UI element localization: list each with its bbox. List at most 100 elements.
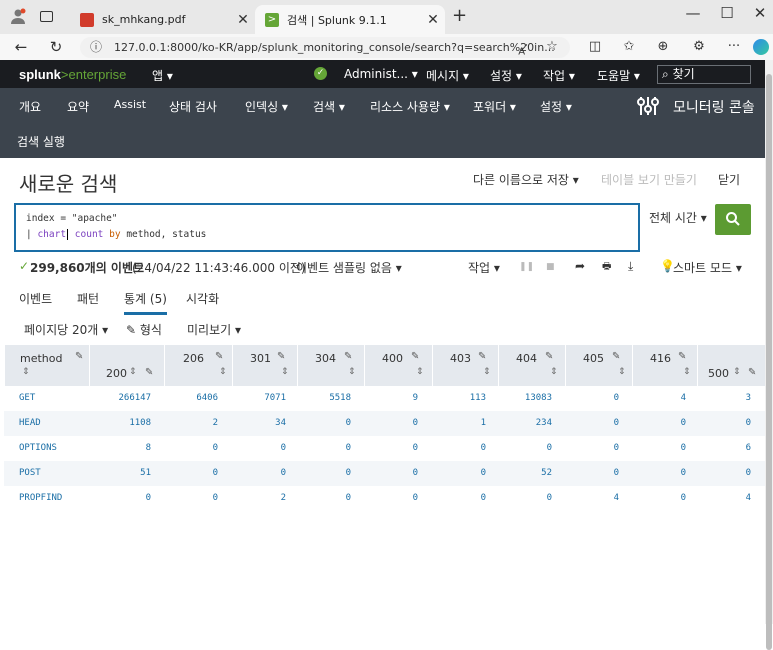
save-as-button[interactable]: 다른 이름으로 저장 ▾ (473, 171, 579, 188)
cell-count[interactable]: 0 (213, 486, 218, 511)
search-query-input[interactable]: index = "apache" | chart count by method… (14, 203, 640, 252)
cell-count[interactable]: 266147 (118, 386, 151, 411)
cell-count[interactable]: 0 (346, 411, 351, 436)
per-page-dropdown[interactable]: 페이지당 20개 ▾ (24, 321, 108, 338)
close-icon[interactable]: ✕ (231, 12, 255, 28)
cell-count[interactable]: 0 (746, 411, 751, 436)
column-header-403[interactable]: 403 ✎ ⇕ (432, 345, 498, 386)
cell-count[interactable]: 0 (413, 486, 418, 511)
print-icon[interactable]: 🖶 (602, 259, 611, 276)
scrollbar-thumb[interactable] (766, 74, 772, 650)
info-icon[interactable]: ⓘ (90, 37, 102, 58)
cell-count[interactable]: 0 (346, 461, 351, 486)
cell-count[interactable]: 0 (346, 436, 351, 461)
cell-count[interactable]: 2 (281, 486, 286, 511)
cell-count[interactable]: 0 (213, 436, 218, 461)
cell-method[interactable]: PROPFIND (19, 486, 62, 511)
messages-menu[interactable]: 메시지 ▾ (426, 67, 469, 84)
tab-actions-icon[interactable] (40, 11, 53, 22)
search-mode-dropdown[interactable]: 스마트 모드 ▾ (673, 259, 742, 276)
jobs-dropdown[interactable]: 작업 ▾ (468, 259, 500, 276)
read-aloud-icon[interactable]: Aʼ (512, 37, 534, 57)
copilot-icon[interactable] (753, 39, 769, 55)
minimize-button[interactable]: — (678, 4, 708, 22)
cell-count[interactable]: 0 (281, 461, 286, 486)
splunk-logo[interactable]: splunk>enterprise (19, 67, 126, 82)
cell-count[interactable]: 4 (614, 486, 619, 511)
cell-count[interactable]: 0 (681, 486, 686, 511)
close-icon[interactable]: ✕ (421, 12, 445, 28)
cell-method[interactable]: OPTIONS (19, 436, 57, 461)
cell-count[interactable]: 0 (281, 436, 286, 461)
cell-count[interactable]: 7071 (264, 386, 286, 411)
share-icon[interactable]: ➦ (575, 259, 585, 273)
column-header-416[interactable]: 416 ✎ ⇕ (632, 345, 697, 386)
time-range-picker[interactable]: 전체 시간 ▾ (641, 204, 714, 234)
cell-count[interactable]: 6 (746, 436, 751, 461)
cell-count[interactable]: 8 (146, 436, 151, 461)
cell-count[interactable]: 0 (213, 461, 218, 486)
tab-splunk[interactable]: > 검색 | Splunk 9.1.1 ✕ (255, 5, 445, 34)
nav-resource-usage[interactable]: 리소스 사용량 ▾ (370, 98, 450, 115)
help-menu[interactable]: 도움말 ▾ (597, 67, 640, 84)
cell-count[interactable]: 1108 (129, 411, 151, 436)
close-button[interactable]: 닫기 (718, 171, 740, 188)
cell-count[interactable]: 9 (413, 386, 418, 411)
tab-visualization[interactable]: 시각화 (186, 290, 219, 307)
format-button[interactable]: ✎ 형식 (126, 321, 162, 338)
nav-settings[interactable]: 설정 ▾ (540, 98, 572, 115)
extensions-icon[interactable]: ⚙ (688, 37, 710, 57)
favorite-star-icon[interactable]: ☆ (541, 37, 563, 57)
cell-count[interactable]: 0 (413, 436, 418, 461)
address-bar[interactable]: ⓘ 127.0.0.1:8000/ko-KR/app/splunk_monito… (80, 37, 570, 58)
column-header-200[interactable]: 200 ⇕ ✎ (89, 345, 164, 386)
column-header-500[interactable]: 500 ⇕ ✎ (697, 345, 765, 386)
tab-events[interactable]: 이벤트 (19, 290, 52, 307)
cell-count[interactable]: 0 (481, 486, 486, 511)
tab-statistics[interactable]: 통계 (5) (124, 290, 167, 315)
column-header-404[interactable]: 404 ✎ ⇕ (498, 345, 565, 386)
cell-count[interactable]: 0 (614, 461, 619, 486)
preview-dropdown[interactable]: 미리보기 ▾ (187, 321, 241, 338)
cell-method[interactable]: GET (19, 386, 35, 411)
cell-count[interactable]: 0 (481, 436, 486, 461)
cell-count[interactable]: 52 (541, 461, 552, 486)
cell-count[interactable]: 0 (614, 411, 619, 436)
cell-count[interactable]: 51 (140, 461, 151, 486)
tab-pdf[interactable]: sk_mhkang.pdf ✕ (70, 5, 255, 34)
maximize-button[interactable]: ☐ (712, 4, 742, 22)
cell-count[interactable]: 0 (413, 461, 418, 486)
refresh-icon[interactable]: ↻ (45, 37, 67, 57)
cell-count[interactable]: 34 (275, 411, 286, 436)
more-icon[interactable]: ··· (723, 37, 745, 57)
cell-count[interactable]: 3 (746, 386, 751, 411)
cell-count[interactable]: 0 (681, 436, 686, 461)
nav-summary[interactable]: 요약 (67, 98, 89, 115)
cell-count[interactable]: 0 (547, 486, 552, 511)
new-tab-button[interactable]: + (452, 5, 467, 26)
nav-indexing[interactable]: 인덱싱 ▾ (245, 98, 288, 115)
cell-count[interactable]: 13083 (525, 386, 552, 411)
cell-count[interactable]: 0 (346, 486, 351, 511)
nav-overview[interactable]: 개요 (19, 98, 41, 115)
cell-count[interactable]: 0 (681, 411, 686, 436)
find-input[interactable]: ⌕ 찾기 (657, 65, 751, 84)
cell-count[interactable]: 0 (481, 461, 486, 486)
cell-count[interactable]: 4 (746, 486, 751, 511)
cell-count[interactable]: 113 (470, 386, 486, 411)
cell-count[interactable]: 2 (213, 411, 218, 436)
sampling-dropdown[interactable]: 이벤트 샘플링 없음 ▾ (296, 259, 402, 276)
column-header-400[interactable]: 400 ✎ ⇕ (364, 345, 432, 386)
search-button[interactable] (715, 204, 751, 235)
column-header-206[interactable]: 206 ✎ ⇕ (164, 345, 232, 386)
nav-assist[interactable]: Assist (114, 98, 146, 111)
cell-count[interactable]: 5518 (329, 386, 351, 411)
close-window-button[interactable]: ✕ (745, 4, 773, 22)
stop-icon[interactable]: ■ (546, 262, 555, 272)
cell-count[interactable]: 0 (146, 486, 151, 511)
settings-menu[interactable]: 설정 ▾ (490, 67, 522, 84)
cell-count[interactable]: 0 (413, 411, 418, 436)
column-header-301[interactable]: 301 ✎ ⇕ (232, 345, 297, 386)
health-status-icon[interactable]: ✓ (314, 67, 327, 80)
nav-forwarders[interactable]: 포워더 ▾ (473, 98, 516, 115)
